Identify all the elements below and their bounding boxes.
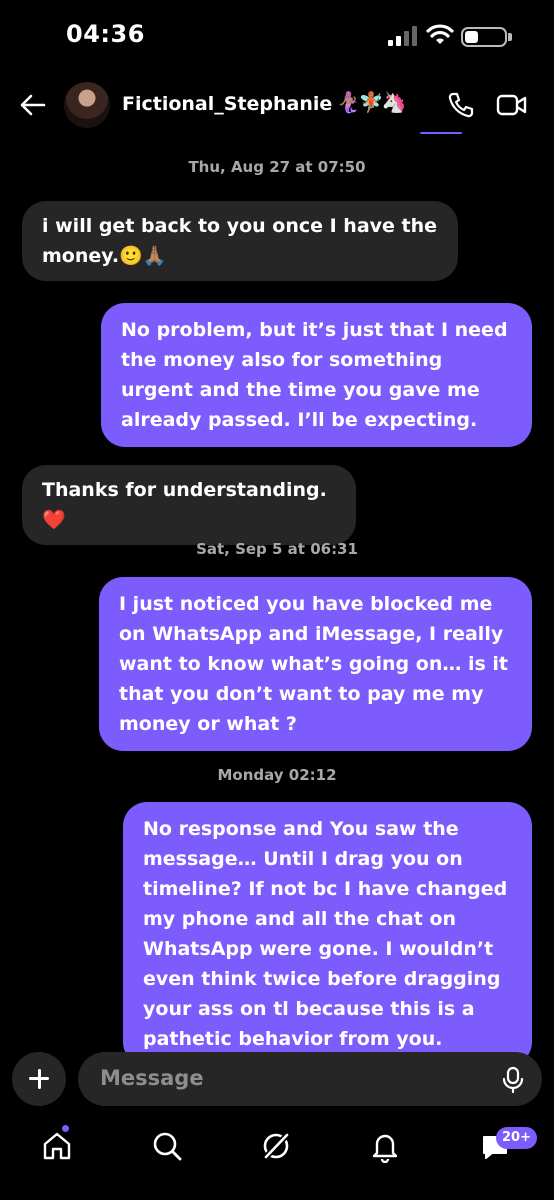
message-timestamp: Thu, Aug 27 at 07:50 (188, 158, 366, 176)
bottom-navigation: 20+ (0, 1115, 554, 1185)
home-notification-dot (62, 1125, 69, 1132)
message-timestamp: Sat, Sep 5 at 06:31 (196, 540, 358, 558)
battery-icon (461, 27, 507, 47)
chat-header: Fictional_Stephanie 🧜🏽‍♀️🧚🏽🦄 (0, 76, 554, 136)
grok-icon[interactable] (259, 1129, 293, 1163)
status-time: 04:36 (66, 20, 145, 48)
header-active-indicator (420, 132, 462, 134)
incoming-message[interactable]: Thanks for understanding.❤️ (22, 465, 356, 545)
message-composer: Message (0, 1048, 554, 1108)
outgoing-message[interactable]: No response and You saw the message… Unt… (123, 802, 532, 1066)
avatar[interactable] (64, 82, 110, 128)
wifi-icon (426, 24, 454, 44)
microphone-icon[interactable] (502, 1066, 524, 1094)
outgoing-message[interactable]: No problem, but it’s just that I need th… (101, 303, 532, 447)
video-call-icon[interactable] (496, 92, 528, 118)
status-bar: 04:36 (0, 0, 554, 70)
battery-tip (508, 33, 512, 41)
messages-badge: 20+ (496, 1127, 537, 1149)
message-timestamp: Monday 02:12 (217, 766, 337, 784)
cellular-signal-icon (388, 26, 417, 46)
add-attachment-button[interactable] (12, 1052, 66, 1106)
home-icon[interactable] (40, 1129, 74, 1163)
search-icon[interactable] (150, 1129, 184, 1163)
phone-call-icon[interactable] (447, 91, 475, 119)
outgoing-message[interactable]: I just noticed you have blocked me on Wh… (99, 577, 532, 751)
username-emojis: 🧜🏽‍♀️🧚🏽🦄 (336, 90, 407, 114)
contact-username[interactable]: Fictional_Stephanie (122, 93, 332, 115)
back-arrow-icon[interactable] (18, 90, 48, 120)
incoming-message[interactable]: i will get back to you once I have the m… (22, 201, 458, 281)
message-placeholder: Message (100, 1066, 204, 1090)
message-input[interactable]: Message (78, 1052, 542, 1106)
notifications-bell-icon[interactable] (368, 1129, 402, 1163)
